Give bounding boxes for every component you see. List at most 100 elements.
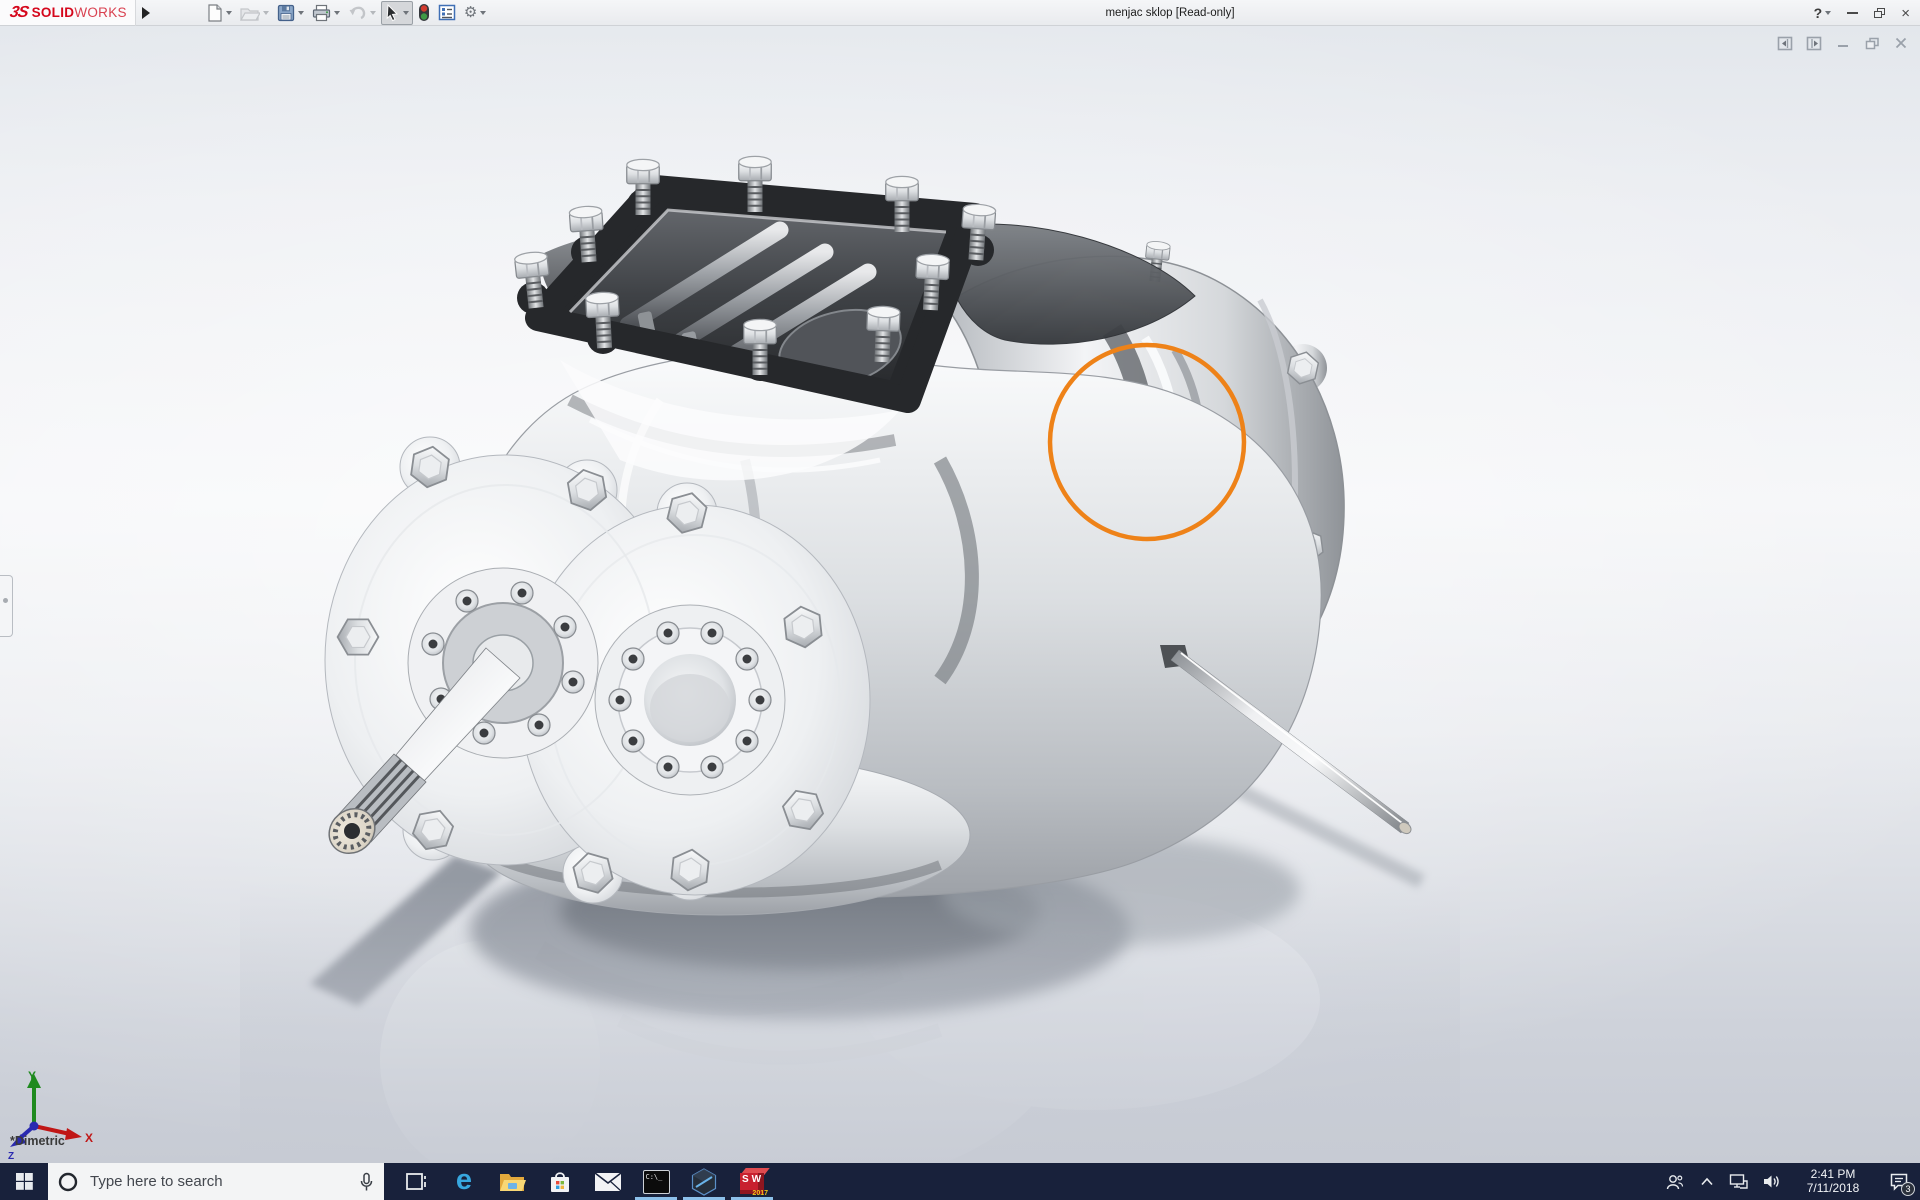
- mail-envelope-icon: [594, 1172, 622, 1192]
- minimize-icon: [1837, 37, 1849, 49]
- chevron-down-icon: [334, 11, 340, 15]
- chevron-down-icon: [298, 11, 304, 15]
- window-controls: ? ×: [1814, 0, 1910, 26]
- feature-panel-collapsed-tab[interactable]: [0, 575, 13, 637]
- play-arrow-icon: [142, 7, 150, 19]
- taskbar: Type here to search e: [0, 1163, 1920, 1200]
- action-center-button[interactable]: 3: [1878, 1163, 1920, 1200]
- solidworks-letters: SW: [742, 1174, 764, 1185]
- tray-overflow-button[interactable]: [1692, 1163, 1722, 1200]
- network-button[interactable]: [1722, 1163, 1754, 1200]
- y-axis-label: Y: [28, 1069, 36, 1083]
- screen: 3S SOLIDWORKS: [0, 0, 1920, 1200]
- new-document-button[interactable]: [203, 1, 235, 25]
- network-icon: [1729, 1173, 1748, 1190]
- splitter-dot-icon: [3, 598, 8, 603]
- solidworks-logo: 3S SOLIDWORKS: [0, 0, 135, 25]
- z-axis-label: Z: [8, 1151, 14, 1160]
- hexagon-icon: [689, 1167, 719, 1197]
- chevron-down-icon: [263, 11, 269, 15]
- pane-collapse-right-button[interactable]: [1803, 33, 1825, 53]
- volume-icon: [1762, 1173, 1781, 1190]
- windows-logo-icon: [16, 1173, 33, 1190]
- taskbar-edge-button[interactable]: e: [440, 1163, 488, 1200]
- brand-text-light: WORKS: [74, 5, 127, 20]
- file-properties-button[interactable]: [435, 1, 459, 25]
- cortana-circle-icon: [58, 1172, 78, 1192]
- print-button[interactable]: [309, 1, 343, 25]
- brand-text-bold: SOLID: [32, 5, 75, 20]
- file-properties-icon: [438, 4, 456, 21]
- restore-icon: [1874, 8, 1885, 18]
- toolbar-expand-arrow[interactable]: [135, 0, 157, 26]
- document-window-controls: [1774, 33, 1912, 53]
- chevron-down-icon: [480, 11, 486, 15]
- taskbar-store-button[interactable]: [536, 1163, 584, 1200]
- restore-icon: [1865, 37, 1880, 50]
- pane-collapse-left-button[interactable]: [1774, 33, 1796, 53]
- output-bearing-boss: [595, 605, 785, 795]
- reflection-fade: [240, 880, 1460, 1160]
- save-button[interactable]: [274, 1, 307, 25]
- taskbar-3d-app-button[interactable]: [680, 1163, 728, 1200]
- document-title: menjac sklop [Read-only]: [1060, 0, 1280, 26]
- microphone-icon[interactable]: [359, 1172, 374, 1192]
- top-gasket-opening: [514, 156, 996, 400]
- new-document-icon: [206, 4, 223, 22]
- x-axis-label: X: [85, 1131, 93, 1145]
- edge-icon: e: [456, 1166, 472, 1195]
- gearbox-model[interactable]: [240, 100, 1460, 1160]
- select-tool-button[interactable]: [381, 1, 413, 25]
- people-button[interactable]: [1656, 1163, 1692, 1200]
- taskbar-app-icons: e: [392, 1163, 776, 1200]
- solidworks-cube-icon: SW 2017: [737, 1167, 767, 1197]
- task-view-button[interactable]: [392, 1163, 440, 1200]
- folder-icon: [498, 1170, 526, 1194]
- volume-button[interactable]: [1754, 1163, 1788, 1200]
- options-button[interactable]: ⚙: [461, 1, 489, 25]
- view-orientation-label: *Dimetric: [10, 1134, 65, 1148]
- clock-date: 7/11/2018: [1792, 1182, 1874, 1196]
- close-icon: [1895, 37, 1907, 49]
- clock-time: 2:41 PM: [1792, 1168, 1874, 1182]
- pane-collapse-left-icon: [1777, 36, 1794, 51]
- taskbar-search-box[interactable]: Type here to search: [48, 1163, 384, 1200]
- search-placeholder-text: Type here to search: [90, 1173, 359, 1190]
- select-cursor-icon: [385, 4, 400, 22]
- help-button[interactable]: ?: [1814, 0, 1832, 26]
- undo-button[interactable]: [345, 1, 379, 25]
- x-axis-arrow: [65, 1128, 82, 1140]
- minimize-button[interactable]: [1847, 0, 1858, 26]
- chevron-down-icon: [370, 11, 376, 15]
- document-close-button[interactable]: [1890, 33, 1912, 53]
- quick-toolbar: ⚙: [203, 0, 489, 25]
- chevron-down-icon: [226, 11, 232, 15]
- rebuild-traffic-light-icon: [418, 3, 430, 22]
- start-button[interactable]: [0, 1163, 48, 1200]
- task-view-icon: [403, 1171, 429, 1193]
- minimize-icon: [1847, 12, 1858, 15]
- close-button[interactable]: ×: [1901, 0, 1910, 26]
- close-icon: ×: [1901, 6, 1910, 21]
- options-gear-icon: ⚙: [464, 5, 477, 20]
- restore-button[interactable]: [1874, 0, 1885, 26]
- taskbar-mail-button[interactable]: [584, 1163, 632, 1200]
- store-bag-icon: [547, 1169, 573, 1195]
- pane-collapse-right-icon: [1806, 36, 1823, 51]
- system-tray: 2:41 PM 7/11/2018 3: [1656, 1163, 1920, 1200]
- terminal-icon: C:\_: [643, 1170, 670, 1194]
- taskbar-file-explorer-button[interactable]: [488, 1163, 536, 1200]
- open-button[interactable]: [237, 1, 272, 25]
- people-icon: [1665, 1173, 1684, 1191]
- taskbar-command-prompt-button[interactable]: C:\_: [632, 1163, 680, 1200]
- document-restore-button[interactable]: [1861, 33, 1883, 53]
- document-minimize-button[interactable]: [1832, 33, 1854, 53]
- taskbar-solidworks-button[interactable]: SW 2017: [728, 1163, 776, 1200]
- graphics-viewport[interactable]: Y X Z *Dimetric: [0, 26, 1920, 1163]
- rebuild-button[interactable]: [415, 1, 433, 25]
- save-icon: [277, 4, 295, 22]
- print-icon: [312, 4, 331, 22]
- dassault-logo-icon: 3S: [8, 4, 29, 22]
- taskbar-clock[interactable]: 2:41 PM 7/11/2018: [1792, 1168, 1874, 1195]
- chevron-down-icon: [403, 11, 409, 15]
